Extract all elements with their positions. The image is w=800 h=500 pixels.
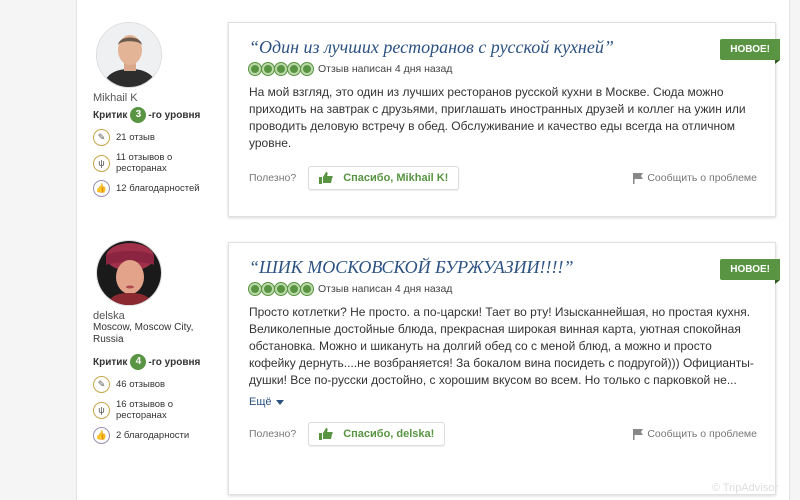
rating-bubble bbox=[288, 63, 300, 75]
thanks-button[interactable]: Спасибо, Mikhail K! bbox=[308, 166, 460, 190]
helpful-row: Полезно? Спасибо, Mikhail K! Сообщить о … bbox=[249, 166, 757, 190]
stat-restaurant-reviews: ψ 16 отзывов о ресторанах bbox=[93, 399, 223, 421]
member-location: Moscow, Moscow City, Russia bbox=[93, 322, 194, 345]
more-link[interactable]: Ещё bbox=[249, 396, 284, 408]
review-card: НОВОЕ! “ШИК МОСКОВСКОЙ БУРЖУАЗИИ!!!!” От… bbox=[228, 242, 780, 495]
review-title[interactable]: “Один из лучших ресторанов с русской кух… bbox=[249, 37, 757, 58]
member-level: Критик 4 -го уровня bbox=[93, 354, 223, 370]
thumbs-up-icon: 👍 bbox=[93, 180, 110, 197]
more-label: Ещё bbox=[249, 396, 272, 408]
avatar[interactable] bbox=[96, 240, 162, 306]
review-card: НОВОЕ! “Один из лучших ресторанов с русс… bbox=[228, 22, 780, 217]
member-username[interactable]: Mikhail K bbox=[93, 92, 223, 104]
rating-bubble bbox=[249, 63, 261, 75]
level-prefix: Критик bbox=[93, 356, 128, 368]
rating-bubble bbox=[249, 283, 261, 295]
helpful-label: Полезно? bbox=[249, 172, 297, 184]
thanks-label: Спасибо, Mikhail K! bbox=[343, 172, 449, 184]
level-prefix: Критик bbox=[93, 109, 128, 121]
stat-thanks: 👍 2 благодарности bbox=[93, 427, 223, 444]
helpful-row: Полезно? Спасибо, delska! Сообщить о про… bbox=[249, 422, 757, 446]
review-text: Просто котлетки? Не просто. а по-царски!… bbox=[249, 305, 754, 387]
rating-bubble bbox=[262, 63, 274, 75]
thumbs-up-icon bbox=[319, 428, 333, 440]
stat-label: 11 отзывов о ресторанах bbox=[116, 152, 173, 174]
report-problem-link[interactable]: Сообщить о проблеме bbox=[633, 428, 757, 440]
report-problem-link[interactable]: Сообщить о проблеме bbox=[633, 172, 757, 184]
rating-bubbles bbox=[249, 63, 314, 75]
rating-bubble bbox=[301, 63, 313, 75]
stat-restaurant-reviews: ψ 11 отзывов о ресторанах bbox=[93, 152, 223, 174]
flag-icon bbox=[633, 428, 644, 440]
review-title[interactable]: “ШИК МОСКОВСКОЙ БУРЖУАЗИИ!!!!” bbox=[249, 257, 757, 278]
review-item: Mikhail K Критик 3 -го уровня ✎ 21 отзыв… bbox=[76, 22, 790, 227]
avatar[interactable] bbox=[96, 22, 162, 88]
thumbs-up-icon: 👍 bbox=[93, 427, 110, 444]
review-item: delska Moscow, Moscow City, Russia Крити… bbox=[76, 240, 790, 500]
fork-icon: ψ bbox=[93, 401, 110, 419]
stat-label: 2 благодарности bbox=[116, 430, 190, 441]
member-info: Mikhail K Критик 3 -го уровня ✎ 21 отзыв… bbox=[93, 22, 223, 197]
stat-reviews: ✎ 21 отзыв bbox=[93, 129, 223, 146]
rating-row: Отзыв написан 4 дня назад bbox=[249, 283, 757, 295]
pencil-icon: ✎ bbox=[93, 129, 110, 146]
review-text: На мой взгляд, это один из лучших рестор… bbox=[249, 85, 746, 150]
member-info: delska Moscow, Moscow City, Russia Крити… bbox=[93, 240, 223, 444]
report-label: Сообщить о проблеме bbox=[647, 428, 757, 440]
level-suffix: -го уровня bbox=[148, 356, 201, 368]
rating-bubble bbox=[262, 283, 274, 295]
level-suffix: -го уровня bbox=[148, 109, 201, 121]
level-badge: 4 bbox=[130, 354, 147, 370]
stat-thanks: 👍 12 благодарностей bbox=[93, 180, 223, 197]
member-level: Критик 3 -го уровня bbox=[93, 107, 223, 123]
fork-icon: ψ bbox=[93, 154, 110, 172]
review-date: Отзыв написан 4 дня назад bbox=[318, 63, 453, 75]
helpful-label: Полезно? bbox=[249, 428, 297, 440]
thanks-button[interactable]: Спасибо, delska! bbox=[308, 422, 446, 446]
rating-row: Отзыв написан 4 дня назад bbox=[249, 63, 757, 75]
rating-bubble bbox=[301, 283, 313, 295]
watermark: © TripAdvisor bbox=[711, 482, 778, 494]
chevron-down-icon bbox=[275, 399, 284, 405]
new-badge: НОВОЕ! bbox=[720, 259, 780, 284]
stat-label: 46 отзывов bbox=[116, 379, 166, 390]
member-username[interactable]: delska bbox=[93, 310, 223, 322]
flag-icon bbox=[633, 172, 644, 184]
level-badge: 3 bbox=[130, 107, 147, 123]
stat-label: 12 благодарностей bbox=[116, 183, 200, 194]
rating-bubble bbox=[275, 63, 287, 75]
pencil-icon: ✎ bbox=[93, 376, 110, 393]
stat-label: 21 отзыв bbox=[116, 132, 155, 143]
report-label: Сообщить о проблеме bbox=[647, 172, 757, 184]
rating-bubble bbox=[275, 283, 287, 295]
thanks-label: Спасибо, delska! bbox=[343, 428, 435, 440]
rating-bubbles bbox=[249, 283, 314, 295]
stat-label: 16 отзывов о ресторанах bbox=[116, 399, 174, 421]
thumbs-up-icon bbox=[319, 172, 333, 184]
new-badge: НОВОЕ! bbox=[720, 39, 780, 64]
rating-bubble bbox=[288, 283, 300, 295]
review-date: Отзыв написан 4 дня назад bbox=[318, 283, 453, 295]
stat-reviews: ✎ 46 отзывов bbox=[93, 376, 223, 393]
